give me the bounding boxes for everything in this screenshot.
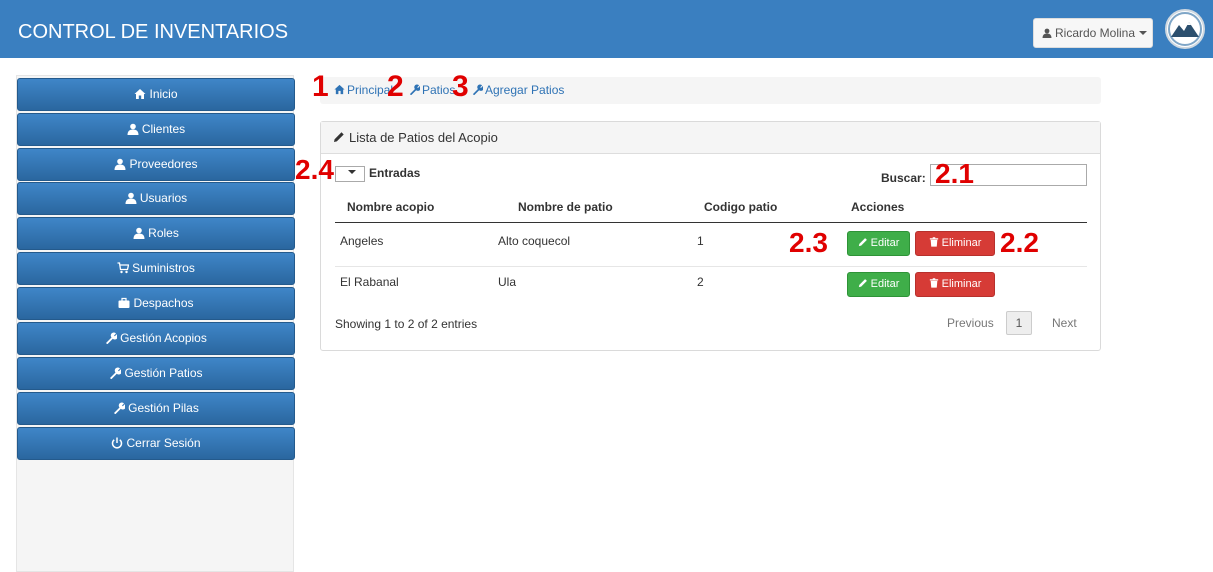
- caret-down-icon: [348, 170, 356, 174]
- edit-button[interactable]: Editar: [847, 272, 910, 297]
- pencil-icon: [334, 132, 344, 142]
- breadcrumb-label: Patios: [422, 83, 456, 97]
- cell-codigo: 1: [697, 234, 704, 248]
- column-header-codigo-patio[interactable]: Codigo patio: [704, 200, 777, 214]
- logo: [1165, 9, 1205, 49]
- annotation-2-2: 2.2: [1000, 227, 1039, 258]
- caret-down-icon: [1139, 31, 1148, 35]
- column-header-nombre-acopio[interactable]: Nombre acopio: [347, 200, 434, 214]
- entries-select[interactable]: [335, 166, 365, 182]
- sidebar-item-label: Usuarios: [139, 191, 188, 205]
- pencil-icon: [858, 238, 867, 247]
- table-header-divider: [335, 222, 1087, 223]
- delete-button[interactable]: Eliminar: [915, 231, 995, 256]
- sidebar-item-despachos[interactable]: Despachos: [17, 287, 295, 320]
- sidebar-item-gestion-pilas[interactable]: Gestión Pilas: [17, 392, 295, 425]
- trash-icon: [929, 237, 938, 247]
- sidebar-item-gestion-acopios[interactable]: Gestión Acopios: [17, 322, 295, 355]
- panel-title: Lista de Patios del Acopio: [349, 130, 498, 145]
- wrench-icon: [114, 402, 126, 415]
- user-icon: [114, 158, 126, 170]
- breadcrumb: Principal Patios Agregar Patios: [320, 77, 1101, 104]
- pagination-page-1[interactable]: 1: [1006, 311, 1032, 335]
- cell-acopio: El Rabanal: [340, 275, 399, 289]
- column-header-acciones: Acciones: [851, 200, 905, 214]
- user-icon: [127, 123, 139, 135]
- cell-codigo: 2: [697, 275, 704, 289]
- pagination-next[interactable]: Next: [1052, 316, 1077, 330]
- annotation-2: 2: [387, 70, 404, 103]
- cart-icon: [117, 262, 130, 274]
- power-icon: [112, 437, 123, 449]
- sidebar-item-label: Despachos: [133, 296, 194, 310]
- cell-patio: Alto coquecol: [498, 234, 571, 248]
- user-name: Ricardo Molina: [1055, 26, 1136, 40]
- sidebar-item-label: Suministros: [132, 261, 195, 275]
- sidebar-item-inicio[interactable]: Inicio: [17, 78, 295, 111]
- user-menu-dropdown[interactable]: Ricardo Molina: [1033, 18, 1153, 48]
- wrench-icon: [409, 84, 421, 96]
- breadcrumb-agregar-patios[interactable]: Agregar Patios: [472, 83, 564, 97]
- wrench-icon: [106, 332, 118, 345]
- search-label: Buscar:: [881, 171, 926, 185]
- delete-button[interactable]: Eliminar: [915, 272, 995, 297]
- column-header-nombre-patio[interactable]: Nombre de patio: [518, 200, 613, 214]
- wrench-icon: [472, 84, 484, 96]
- sidebar-item-label: Clientes: [141, 122, 186, 136]
- row-divider: [335, 266, 1087, 267]
- user-icon: [125, 192, 137, 204]
- sidebar: Inicio Clientes Proveedores Usuarios Rol…: [16, 75, 295, 572]
- breadcrumb-principal[interactable]: Principal: [334, 83, 393, 97]
- trash-icon: [929, 278, 938, 288]
- sidebar-item-label: Gestión Acopios: [120, 331, 207, 345]
- annotation-1: 1: [312, 70, 329, 103]
- pencil-icon: [858, 279, 867, 288]
- sidebar-item-label: Cerrar Sesión: [126, 436, 201, 450]
- breadcrumb-label: Agregar Patios: [485, 83, 565, 97]
- breadcrumb-patios[interactable]: Patios: [409, 83, 455, 97]
- sidebar-item-cerrar-sesion[interactable]: Cerrar Sesión: [17, 427, 295, 460]
- entries-label: Entradas: [369, 166, 421, 180]
- delete-label: Eliminar: [941, 278, 982, 290]
- wrench-icon: [110, 367, 123, 380]
- edit-label: Editar: [870, 278, 900, 290]
- edit-label: Editar: [870, 237, 900, 249]
- showing-entries-text: Showing 1 to 2 of 2 entries: [335, 317, 478, 331]
- sidebar-item-proveedores[interactable]: Proveedores: [17, 148, 295, 181]
- home-icon: [334, 84, 345, 95]
- panel-header: Lista de Patios del Acopio: [321, 122, 1100, 154]
- sidebar-item-label: Roles: [148, 226, 179, 240]
- annotation-2-1: 2.1: [935, 158, 974, 189]
- annotation-2-4: 2.4: [295, 154, 334, 185]
- sidebar-item-usuarios[interactable]: Usuarios: [17, 182, 295, 215]
- user-icon: [1042, 28, 1052, 38]
- cell-acopio: Angeles: [340, 234, 384, 248]
- sidebar-item-label: Gestión Patios: [124, 366, 203, 380]
- sidebar-item-gestion-patios[interactable]: Gestión Patios: [17, 357, 295, 390]
- sidebar-item-suministros[interactable]: Suministros: [17, 252, 295, 285]
- home-icon: [134, 89, 146, 99]
- delete-label: Eliminar: [941, 237, 982, 249]
- annotation-2-3: 2.3: [789, 227, 828, 258]
- briefcase-icon: [118, 297, 130, 308]
- sidebar-item-label: Inicio: [149, 87, 178, 101]
- pagination-previous[interactable]: Previous: [947, 316, 994, 330]
- sidebar-item-roles[interactable]: Roles: [17, 217, 295, 250]
- cell-patio: Ula: [498, 275, 517, 289]
- edit-button[interactable]: Editar: [847, 231, 910, 256]
- sidebar-item-label: Proveedores: [129, 157, 198, 171]
- user-icon: [133, 227, 145, 239]
- sidebar-item-clientes[interactable]: Clientes: [17, 113, 295, 146]
- app-title[interactable]: CONTROL DE INVENTARIOS: [18, 21, 288, 44]
- annotation-3: 3: [452, 70, 469, 103]
- top-navbar: CONTROL DE INVENTARIOS Ricardo Molina: [0, 0, 1213, 58]
- sidebar-item-label: Gestión Pilas: [128, 401, 199, 415]
